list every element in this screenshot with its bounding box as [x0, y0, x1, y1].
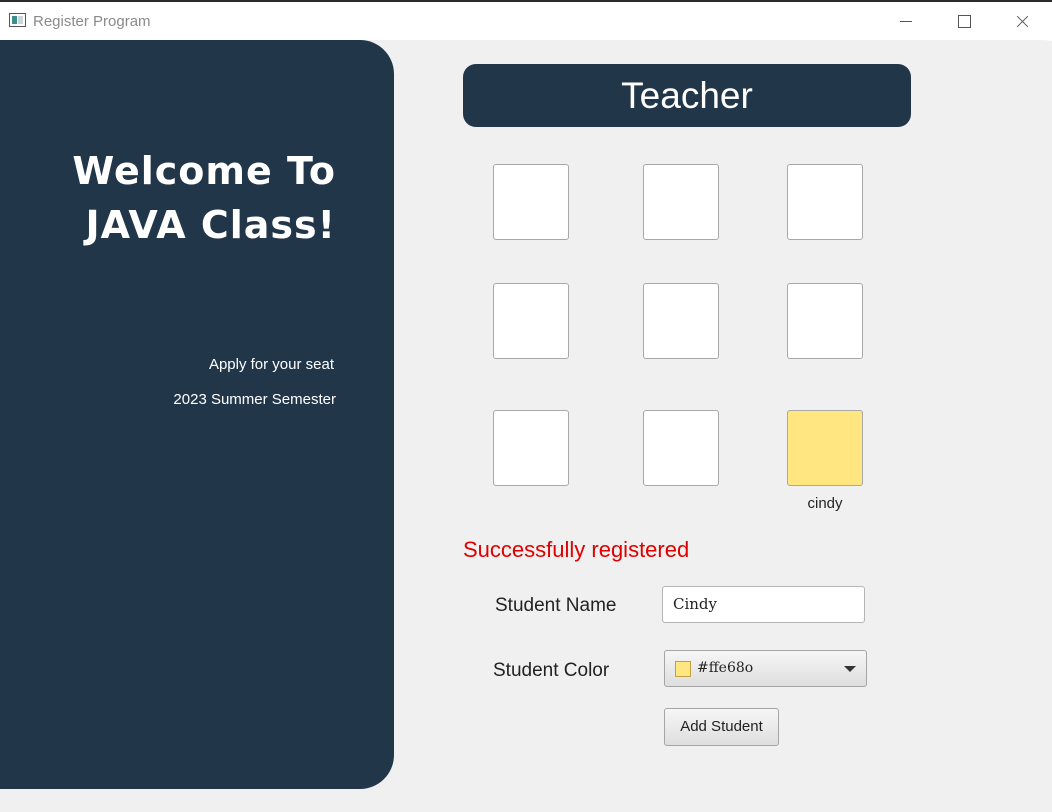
welcome-heading: Welcome To JAVA Class!	[0, 144, 336, 252]
close-button[interactable]	[999, 6, 1045, 38]
color-value-text: #ffe68o	[697, 660, 754, 676]
seat-r2-c2[interactable]	[643, 283, 719, 359]
window-title: Register Program	[33, 13, 151, 30]
student-color-label: Student Color	[493, 660, 610, 681]
minimize-button[interactable]	[883, 6, 929, 38]
app-icon	[9, 13, 26, 27]
student-name-label: Student Name	[495, 595, 617, 616]
seat-r1-c2[interactable]	[643, 164, 719, 240]
title-bar: Register Program	[0, 0, 1052, 40]
subtitle-apply: Apply for your seat	[208, 356, 334, 373]
seat-r3-c3[interactable]	[787, 410, 863, 486]
student-name-input[interactable]: Cindy	[662, 586, 865, 623]
seat-r3-c1[interactable]	[493, 410, 569, 486]
seat-r2-c1[interactable]	[493, 283, 569, 359]
seat-r1-c3[interactable]	[787, 164, 863, 240]
status-message: Successfully registered	[463, 537, 690, 562]
student-color-picker[interactable]: #ffe68o	[664, 650, 867, 687]
chevron-down-icon	[844, 666, 856, 672]
teacher-banner: Teacher	[463, 64, 911, 127]
welcome-panel: Welcome To JAVA Class! Apply for your se…	[0, 40, 394, 789]
maximize-button[interactable]	[941, 6, 987, 38]
subtitle-semester: 2023 Summer Semester	[173, 391, 336, 408]
welcome-line-2: JAVA Class!	[85, 203, 336, 247]
seat-student-label: cindy	[807, 495, 843, 512]
app-content: Welcome To JAVA Class! Apply for your se…	[0, 40, 1052, 812]
color-swatch	[675, 661, 691, 677]
welcome-line-1: Welcome To	[72, 149, 336, 193]
add-student-button[interactable]: Add Student	[664, 708, 779, 746]
seat-r1-c1[interactable]	[493, 164, 569, 240]
seat-r3-c2[interactable]	[643, 410, 719, 486]
seat-r2-c3[interactable]	[787, 283, 863, 359]
